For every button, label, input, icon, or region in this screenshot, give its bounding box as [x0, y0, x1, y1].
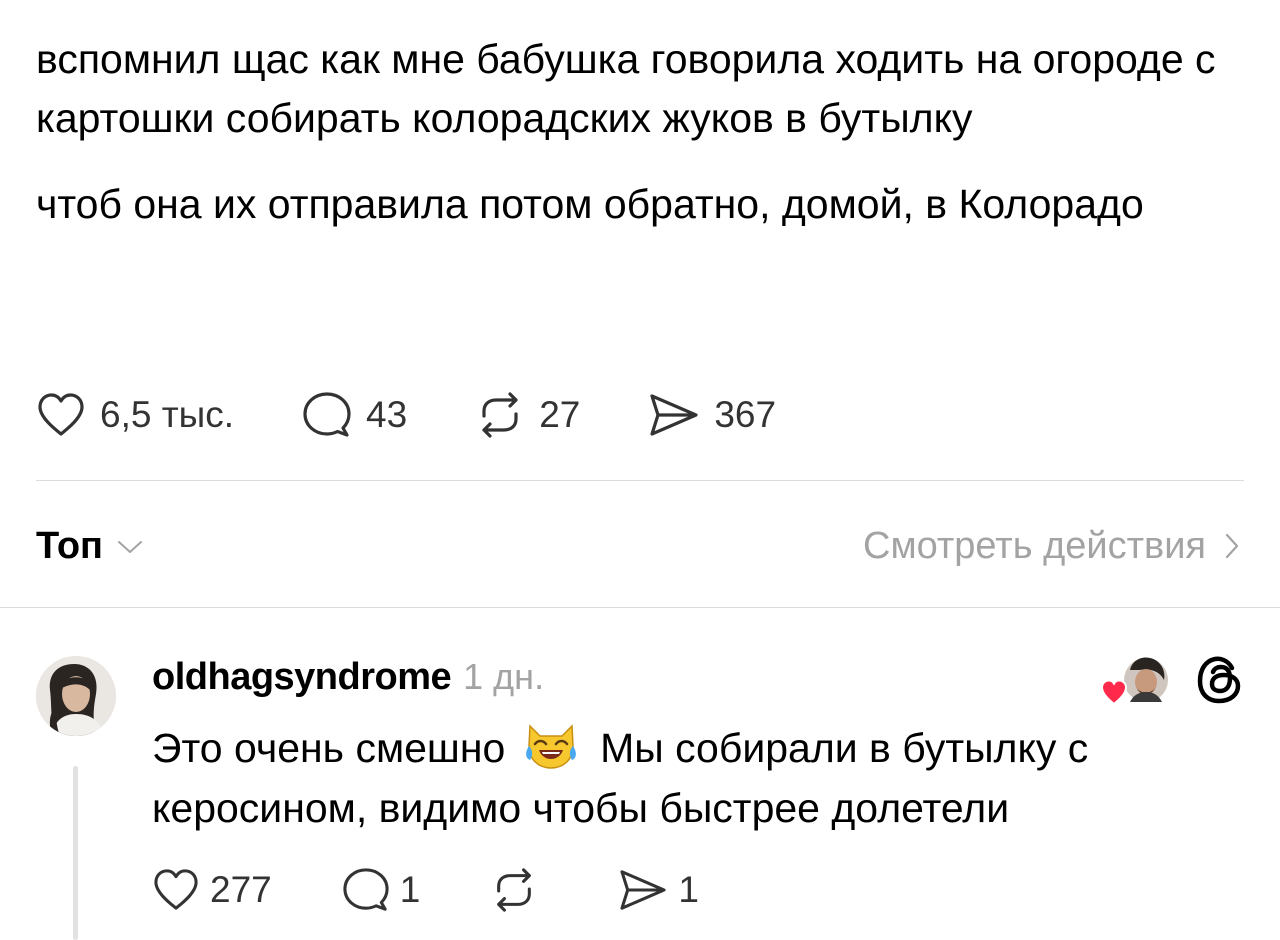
repost-count: 27 — [539, 394, 581, 435]
like-count: 277 — [210, 869, 272, 910]
cat-tears-of-joy-emoji — [525, 724, 576, 769]
threads-logo[interactable] — [1194, 654, 1244, 706]
share-button[interactable]: 1 — [618, 868, 699, 912]
threads-logo-icon — [1197, 656, 1241, 704]
user-photo-icon — [36, 656, 116, 736]
share-button[interactable]: 367 — [648, 392, 776, 438]
divider — [36, 480, 1244, 481]
avatar[interactable] — [36, 656, 116, 736]
reply-header: oldhagsyndrome 1 дн. — [152, 656, 544, 699]
like-count: 6,5 тыс. — [100, 394, 235, 435]
chevron-down-icon — [117, 541, 142, 553]
reply-button[interactable]: 43 — [302, 391, 407, 439]
divider — [0, 607, 1280, 608]
sort-dropdown[interactable]: Топ — [36, 525, 147, 568]
timestamp: 1 дн. — [463, 656, 545, 697]
like-button[interactable]: 6,5 тыс. — [36, 392, 234, 438]
view-activity-link[interactable]: Смотреть действия — [863, 525, 1244, 568]
send-icon — [650, 394, 698, 436]
repost-icon — [497, 868, 532, 912]
chevron-right-icon — [1225, 533, 1239, 559]
reply-item: oldhagsyndrome 1 дн. Это очень смешно Мы — [0, 640, 1280, 940]
reply-count: 1 — [399, 869, 421, 910]
thread-line — [73, 766, 78, 940]
repost-button[interactable]: 27 — [475, 391, 580, 439]
view-activity-label: Смотреть действия — [863, 524, 1206, 567]
heart-icon — [154, 869, 198, 910]
heart-icon — [38, 393, 84, 436]
post-action-bar: 6,5 тыс. 43 27 367 — [36, 385, 776, 445]
share-count: 367 — [714, 394, 777, 435]
comment-bubble-icon — [303, 392, 351, 437]
reply-text: Это очень смешно Мы собирали в бутылку с… — [152, 716, 1212, 838]
liked-by-author-badge[interactable] — [1100, 650, 1172, 710]
share-count: 1 — [678, 869, 699, 910]
replies-toolbar: Топ Смотреть действия — [36, 516, 1244, 576]
post-paragraph: чтоб она их отправила потом обратно, дом… — [36, 181, 1144, 227]
repost-button[interactable] — [490, 867, 548, 913]
sort-label: Топ — [36, 524, 103, 567]
post-paragraph: вспомнил щас как мне бабушка говорила хо… — [36, 36, 1216, 141]
post-body: вспомнил щас как мне бабушка говорила хо… — [36, 30, 1236, 234]
reply-text-part: Это очень смешно — [152, 725, 506, 771]
liked-by-author-icon — [1100, 657, 1168, 706]
comment-bubble-icon — [343, 868, 389, 911]
username[interactable]: oldhagsyndrome — [152, 656, 452, 699]
like-button[interactable]: 277 — [152, 868, 272, 912]
reply-action-bar: 277 1 1 — [152, 862, 699, 918]
repost-icon — [482, 392, 518, 438]
reply-button[interactable]: 1 — [342, 867, 421, 913]
send-icon — [620, 870, 666, 910]
reply-count: 43 — [366, 394, 408, 435]
